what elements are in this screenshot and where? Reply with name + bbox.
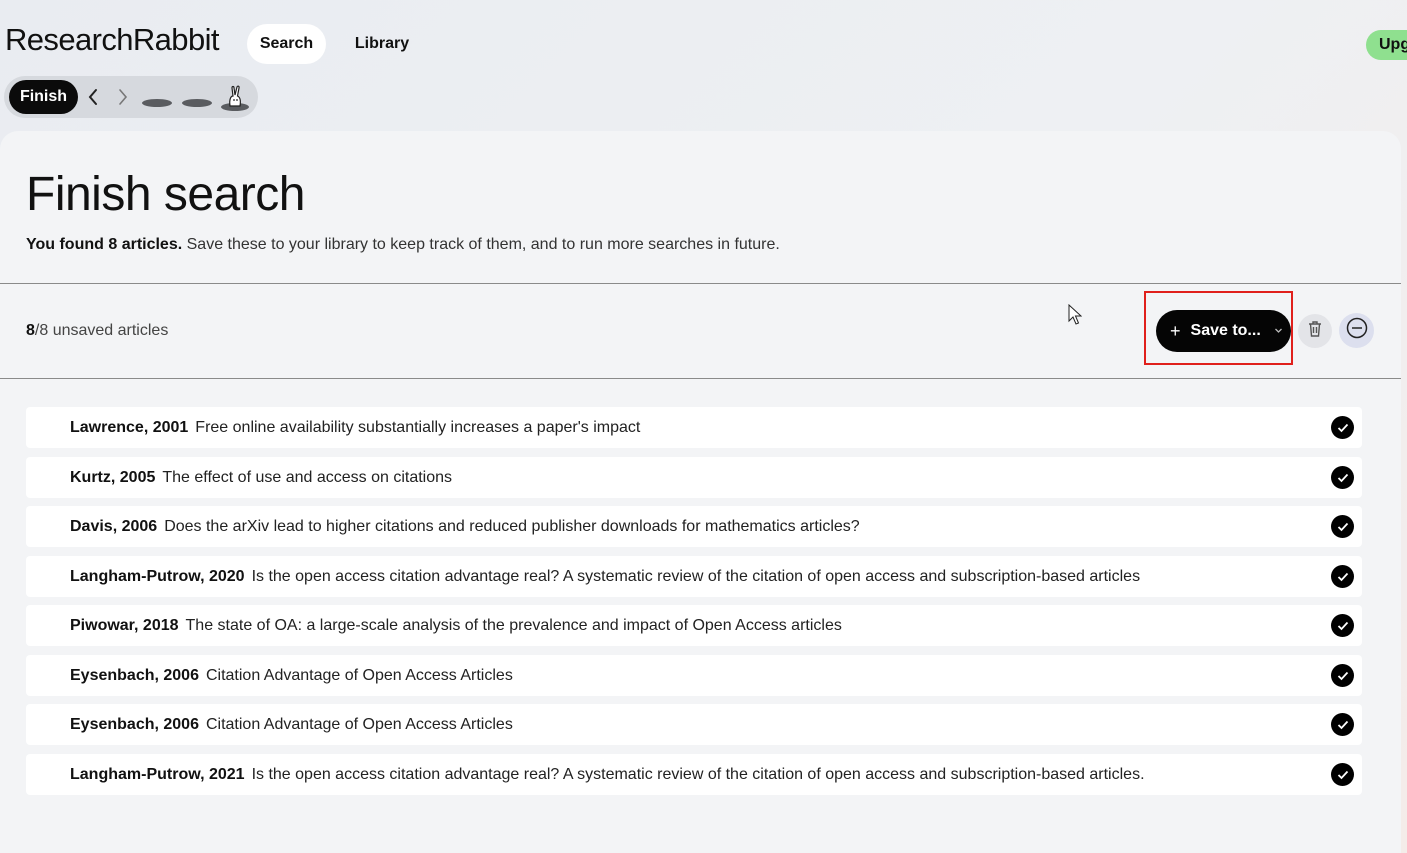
unsaved-count-current: 8 xyxy=(26,322,35,339)
article-author: Eysenbach, 2006 xyxy=(70,715,199,733)
article-author: Kurtz, 2005 xyxy=(70,468,156,486)
article-title: The effect of use and access on citation… xyxy=(162,468,453,486)
article-row[interactable]: Davis, 2006 Does the arXiv lead to highe… xyxy=(26,506,1362,547)
article-title: The state of OA: a large-scale analysis … xyxy=(185,616,842,634)
unsaved-count: 8/8 unsaved articles xyxy=(26,322,168,340)
check-icon[interactable] xyxy=(1331,416,1354,439)
article-author: Davis, 2006 xyxy=(70,517,158,535)
remove-button[interactable] xyxy=(1339,313,1374,348)
check-icon[interactable] xyxy=(1331,614,1354,637)
check-icon[interactable] xyxy=(1331,515,1354,538)
article-row[interactable]: Langham-Putrow, 2020 Is the open access … xyxy=(26,556,1362,597)
article-row[interactable]: Eysenbach, 2006 Citation Advantage of Op… xyxy=(26,704,1362,745)
article-row[interactable]: Kurtz, 2005 The effect of use and access… xyxy=(26,457,1362,498)
article-title: Is the open access citation advantage re… xyxy=(251,567,1141,585)
article-author: Piwowar, 2018 xyxy=(70,616,179,634)
tab-search[interactable]: Search xyxy=(247,24,326,64)
trash-icon xyxy=(1307,320,1323,343)
article-row[interactable]: Eysenbach, 2006 Citation Advantage of Op… xyxy=(26,655,1362,696)
article-author: Langham-Putrow, 2021 xyxy=(70,765,245,783)
minus-circle-icon xyxy=(1346,317,1368,344)
divider xyxy=(0,378,1401,379)
unsaved-count-label: /8 unsaved articles xyxy=(34,322,169,339)
article-author: Eysenbach, 2006 xyxy=(70,666,199,684)
check-icon[interactable] xyxy=(1331,713,1354,736)
article-author: Langham-Putrow, 2020 xyxy=(70,567,245,585)
subtitle-text: Save these to your library to keep track… xyxy=(182,236,780,253)
check-icon[interactable] xyxy=(1331,565,1354,588)
article-title: Citation Advantage of Open Access Articl… xyxy=(205,715,513,733)
step-finish[interactable]: Finish xyxy=(9,80,78,114)
tab-library[interactable]: Library xyxy=(344,24,420,64)
article-row[interactable]: Lawrence, 2001 Free online availability … xyxy=(26,407,1362,448)
check-icon[interactable] xyxy=(1331,664,1354,687)
rabbit-icon xyxy=(220,84,250,112)
delete-button[interactable] xyxy=(1298,314,1332,348)
chevron-down-icon[interactable] xyxy=(1274,324,1283,343)
article-title: Is the open access citation advantage re… xyxy=(251,765,1145,783)
article-title: Free online availability substantially i… xyxy=(195,418,641,436)
article-row[interactable]: Piwowar, 2018 The state of OA: a large-s… xyxy=(26,605,1362,646)
page-title: Finish search xyxy=(26,168,305,221)
article-row[interactable]: Langham-Putrow, 2021 Is the open access … xyxy=(26,754,1362,795)
save-to-label: Save to... xyxy=(1190,322,1261,339)
upgrade-button[interactable]: Upg xyxy=(1366,30,1407,60)
article-title: Citation Advantage of Open Access Articl… xyxy=(205,666,513,684)
plus-icon: + xyxy=(1170,321,1181,341)
article-title: Does the arXiv lead to higher citations … xyxy=(164,517,860,535)
save-to-button[interactable]: + Save to... xyxy=(1156,310,1291,352)
check-icon[interactable] xyxy=(1331,466,1354,489)
divider xyxy=(0,283,1401,284)
check-icon[interactable] xyxy=(1331,763,1354,786)
app-logo[interactable]: ResearchRabbit xyxy=(5,22,219,58)
finish-panel: Finish search You found 8 articles. Save… xyxy=(0,131,1401,853)
subtitle-emphasis: You found 8 articles. xyxy=(26,236,183,253)
chevron-left-icon[interactable] xyxy=(82,86,104,108)
search-step-bar: Finish xyxy=(4,76,258,118)
step-hole xyxy=(142,99,172,107)
page-subtitle: You found 8 articles. Save these to your… xyxy=(26,236,780,254)
article-author: Lawrence, 2001 xyxy=(70,418,189,436)
chevron-right-icon[interactable] xyxy=(112,86,134,108)
cursor-icon xyxy=(1068,303,1083,331)
step-hole xyxy=(182,99,212,107)
